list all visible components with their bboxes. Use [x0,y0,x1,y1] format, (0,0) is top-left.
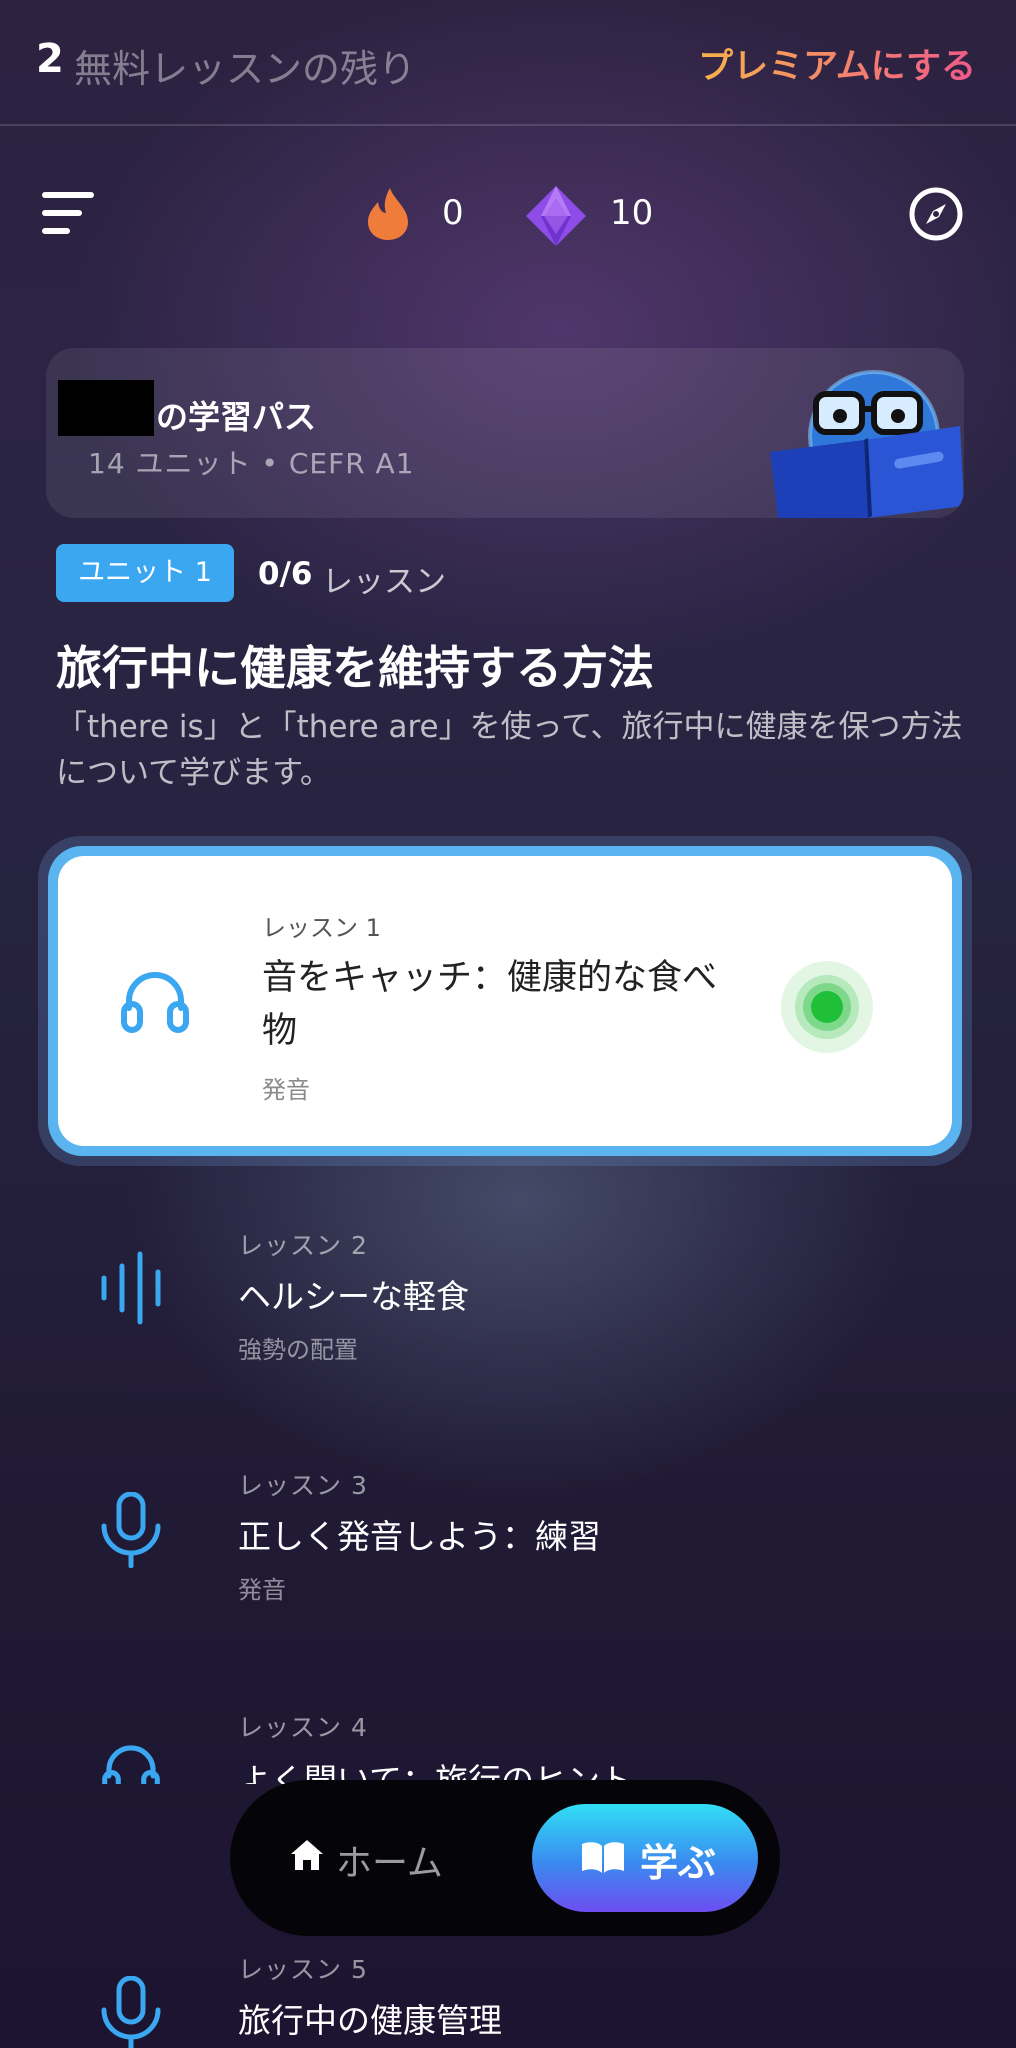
waveform-icon [101,1251,161,1325]
microphone-icon [101,1492,161,1568]
nav-home-label: ホーム [336,1843,443,1884]
lesson-1-category: 発音 [262,1076,310,1104]
lesson-2-title: ヘルシーな軽食 [238,1277,469,1316]
free-lessons-label: 無料レッスンの残り [74,47,417,91]
learning-path-title: の学習パス [156,398,317,436]
user-name-redacted [58,380,154,436]
home-icon [291,1840,323,1870]
unit-progress-label: レッスン [322,564,446,600]
lesson-item-4[interactable]: レッスン 4 よく聞いて：旅行のヒント [90,1694,930,1784]
learning-path-card[interactable]: の学習パス 14 ユニット • CEFR A1 [46,348,964,518]
lesson-2-category: 強勢の配置 [238,1336,358,1364]
lesson-3-category: 発音 [238,1576,286,1604]
lesson-5-number: レッスン 5 [238,1955,368,1984]
current-status-indicator [781,961,873,1053]
lesson-2-number: レッスン 2 [238,1231,368,1260]
lesson-1-title: 音をキャッチ：健康的な食べ物 [262,958,718,1051]
menu-icon[interactable] [40,188,96,238]
mascot-reading-globe-image [770,370,964,518]
nav-home-button[interactable]: ホーム [290,1814,490,1902]
free-lessons-count: 2 [36,36,64,82]
lesson-item-2[interactable]: レッスン 2 ヘルシーな軽食 強勢の配置 [90,1210,930,1370]
lesson-5-title: 旅行中の健康管理 [238,2001,502,2040]
gem-icon [526,186,586,246]
unit-title: 旅行中に健康を維持する方法 [56,641,654,695]
lesson-1-number: レッスン 1 [262,914,381,942]
top-bar: 2 無料レッスンの残り プレミアムにする [0,0,1016,126]
unit-progress-count: 0/6 [258,556,313,592]
headphones-icon [121,972,189,1033]
go-premium-link[interactable]: プレミアムにする [698,38,976,89]
learning-path-subtitle: 14 ユニット • CEFR A1 [88,447,415,480]
compass-icon[interactable] [908,186,964,242]
book-icon [582,1842,624,1873]
lesson-4-number: レッスン 4 [238,1713,368,1742]
fire-icon [368,188,408,240]
gem-count: 10 [610,193,654,233]
bottom-nav: ホーム 学ぶ [230,1780,780,1936]
headphones-icon [102,1745,160,1784]
unit-description: 「there is」と「there are」を使って、旅行中に健康を保つ方法につ… [56,709,963,791]
nav-learn-label: 学ぶ [640,1841,717,1885]
lesson-item-5[interactable]: レッスン 5 旅行中の健康管理 [90,1936,930,2048]
lesson-3-title: 正しく発音しよう：練習 [238,1517,601,1556]
unit-badge: ユニット 1 [56,544,234,602]
lesson-item-3[interactable]: レッスン 3 正しく発音しよう：練習 発音 [90,1452,930,1612]
lesson-3-number: レッスン 3 [238,1471,368,1500]
microphone-icon [101,1976,161,2048]
nav-learn-button[interactable]: 学ぶ [532,1804,758,1912]
streak-count: 0 [442,193,464,233]
